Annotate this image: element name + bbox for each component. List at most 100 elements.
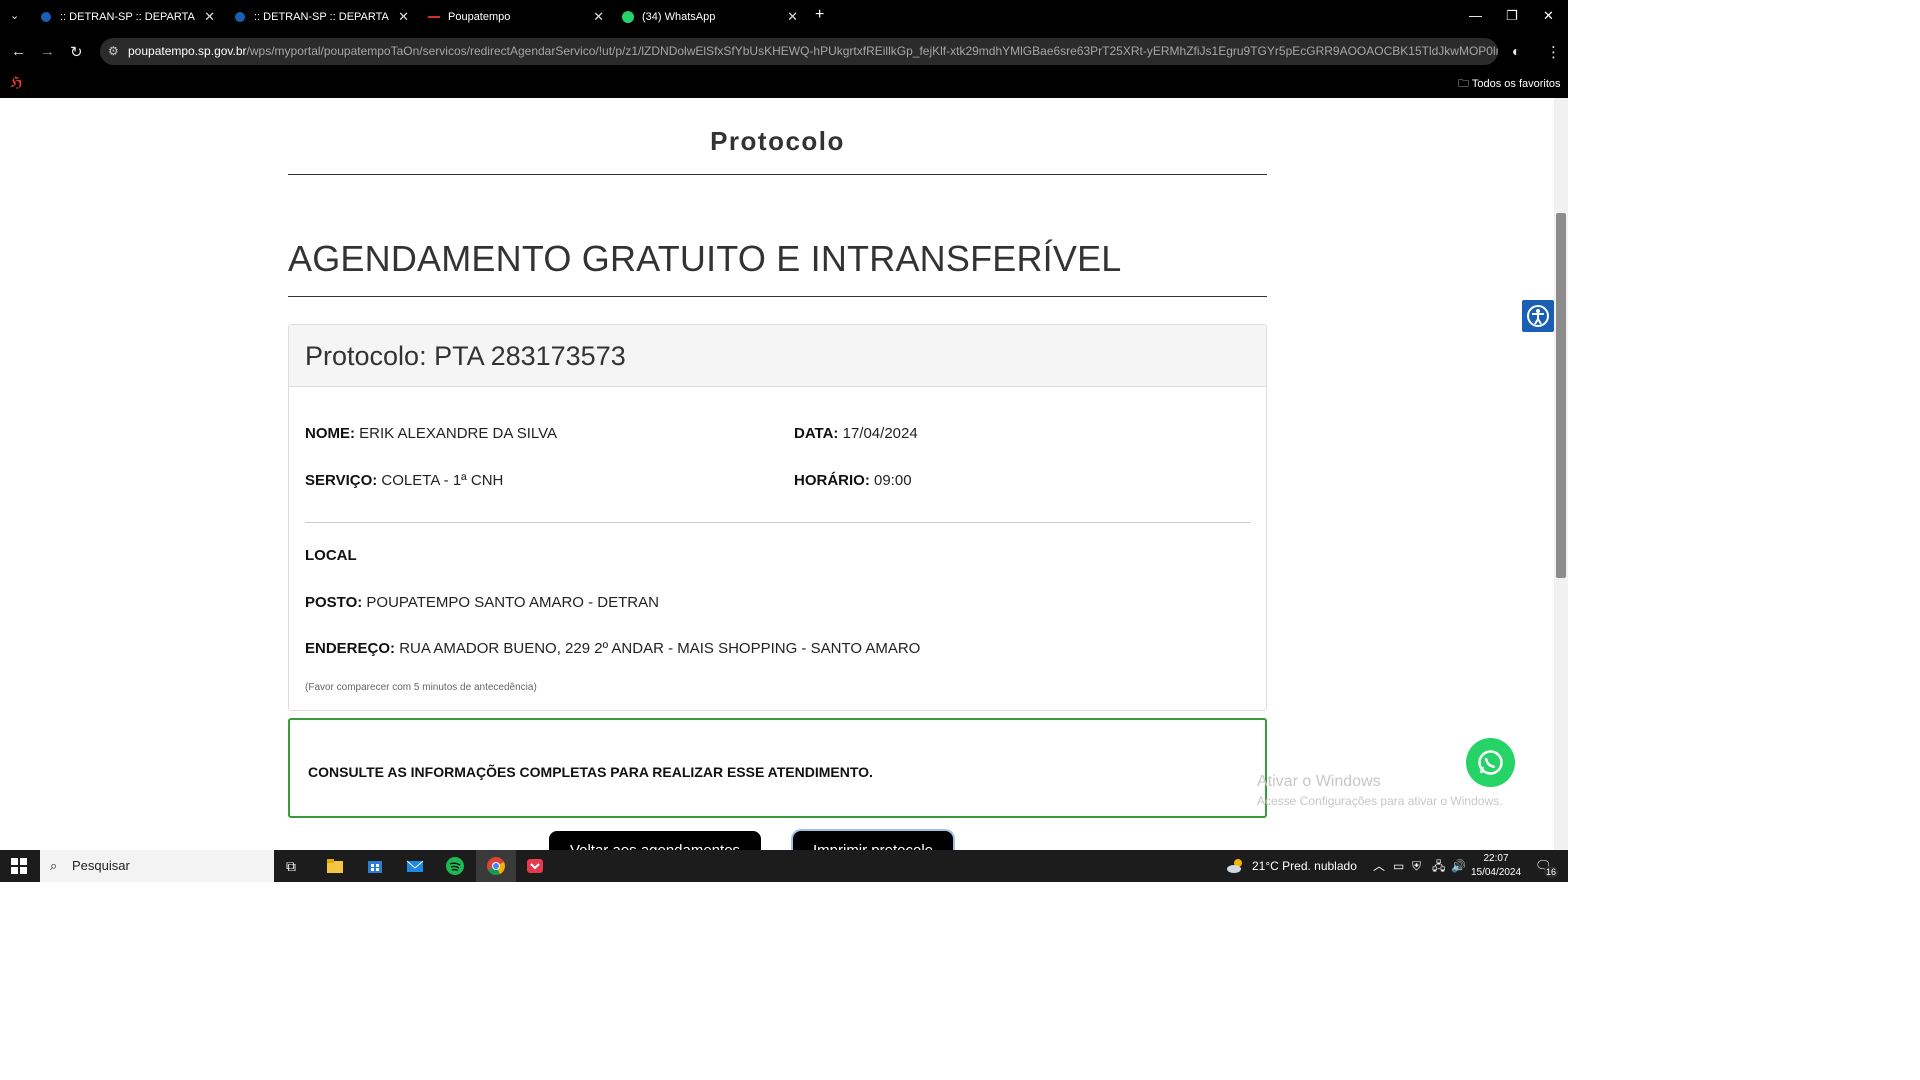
field-posto: POSTO: POUPATEMPO SANTO AMARO - DETRAN — [305, 594, 659, 611]
bookmarks-bar: ℌ 🗀 Todos os favoritos — [0, 68, 1568, 98]
bookmark-app-icon[interactable]: ℌ — [10, 74, 23, 91]
volume-icon[interactable]: 🔊 — [1451, 850, 1466, 882]
info-box-text: CONSULTE AS INFORMAÇÕES COMPLETAS PARA R… — [308, 764, 873, 780]
tab-poupatempo[interactable]: Poupatempo ✕ — [428, 4, 604, 30]
tab-detran-2[interactable]: :: DETRAN-SP :: DEPARTAMENTO ✕ — [234, 4, 409, 30]
notifications-count: 16 — [1544, 866, 1559, 878]
detran-favicon-icon — [235, 12, 245, 22]
back-to-appointments-button[interactable]: Voltar aos agendamentos — [549, 831, 761, 850]
whatsapp-favicon-icon — [622, 11, 634, 23]
accessibility-icon — [1527, 305, 1549, 327]
url-path: /wps/myportal/poupatempoTaOn/servicos/re… — [246, 44, 1498, 58]
mail-icon[interactable] — [406, 857, 424, 875]
local-heading: LOCAL — [305, 547, 357, 564]
clock-date: 15/04/2024 — [1470, 867, 1522, 878]
tab-close-icon[interactable]: ✕ — [204, 9, 215, 25]
tab-close-icon[interactable]: ✕ — [787, 9, 798, 25]
address-bar[interactable]: ⚙ poupatempo.sp.gov.br/wps/myportal/poupa… — [100, 38, 1498, 65]
windows-start-icon[interactable] — [11, 858, 27, 874]
endereco-value: RUA AMADOR BUENO, 229 2º ANDAR - MAIS SH… — [399, 640, 921, 657]
protocol-card-header: Protocolo: PTA 283173573 — [289, 325, 1266, 387]
field-servico: SERVIÇO: COLETA - 1ª CNH — [305, 472, 503, 489]
site-info-icon[interactable]: ⚙ — [100, 38, 128, 65]
spotify-icon[interactable] — [446, 857, 464, 875]
folder-icon: 🗀 — [1458, 78, 1472, 90]
appointment-subtitle: AGENDAMENTO GRATUITO E INTRANSFERÍVEL — [288, 238, 1122, 279]
taskbar-search[interactable]: ⌕ Pesquisar — [40, 850, 274, 882]
page-title: Protocolo — [710, 126, 845, 156]
menu-dots-icon[interactable]: ⋮ — [1546, 43, 1561, 61]
file-explorer-icon[interactable] — [326, 857, 344, 875]
endereco-label: ENDEREÇO: — [305, 640, 396, 657]
data-label: DATA: — [794, 425, 839, 442]
chrome-icon — [487, 857, 505, 875]
tray-chevron-up-icon[interactable]: ︿ — [1373, 850, 1385, 882]
back-arrow-icon[interactable]: ← — [11, 43, 26, 60]
windows-taskbar: ⌕ Pesquisar ⧉ 21°C Pred. nublado ︿ ▭ ⛨ 🖧… — [0, 850, 1568, 882]
new-tab-plus-icon[interactable]: + — [815, 6, 824, 24]
all-bookmarks-label: Todos os favoritos — [1471, 78, 1561, 90]
profile-avatar-icon[interactable]: ◐ — [1512, 43, 1520, 59]
field-data: DATA: 17/04/2024 — [794, 425, 918, 442]
scrollbar-thumb[interactable] — [1556, 213, 1566, 578]
forward-arrow-icon[interactable]: → — [40, 43, 55, 60]
whatsapp-float-button[interactable] — [1466, 738, 1515, 787]
divider — [305, 522, 1251, 523]
clock-time: 22:07 — [1483, 853, 1509, 864]
url-domain: poupatempo.sp.gov.br — [128, 44, 247, 58]
servico-value: COLETA - 1ª CNH — [381, 472, 504, 489]
tab-search-chevron-icon[interactable]: ⌄ — [10, 9, 19, 22]
arrival-note: (Favor comparecer com 5 minutos de antec… — [305, 682, 537, 693]
tray-device-icon[interactable]: ▭ — [1393, 850, 1404, 882]
nome-value: ERIK ALEXANDRE DA SILVA — [359, 425, 558, 442]
nome-label: NOME: — [305, 425, 355, 442]
tab-title: Poupatempo — [448, 11, 511, 23]
local-label: LOCAL — [305, 547, 357, 564]
windows-activation-title: Ativar o Windows — [1257, 773, 1381, 790]
tray-defender-icon[interactable]: ⛨ — [1412, 850, 1421, 882]
data-value: 17/04/2024 — [842, 425, 918, 442]
chrome-active-slot[interactable] — [476, 850, 516, 882]
tab-whatsapp[interactable]: (34) WhatsApp ✕ — [622, 4, 798, 30]
horario-value: 09:00 — [874, 472, 912, 489]
restore-icon[interactable]: ❐ — [1506, 8, 1518, 24]
task-view-icon[interactable]: ⧉ — [286, 850, 296, 882]
accessibility-button[interactable] — [1522, 300, 1554, 332]
page-scrollbar[interactable] — [1554, 98, 1568, 850]
field-nome: NOME: ERIK ALEXANDRE DA SILVA — [305, 425, 557, 442]
browser-tab-bar: ⌄ :: DETRAN-SP :: DEPARTAMENTO ✕ :: DETR… — [0, 0, 1568, 34]
tab-close-icon[interactable]: ✕ — [398, 9, 409, 25]
divider — [288, 296, 1267, 297]
info-box[interactable]: CONSULTE AS INFORMAÇÕES COMPLETAS PARA R… — [288, 718, 1267, 818]
field-horario: HORÁRIO: 09:00 — [794, 472, 912, 489]
detran-favicon-icon — [41, 12, 51, 22]
search-icon: ⌕ — [50, 858, 58, 873]
protocol-card: Protocolo: PTA 283173573 NOME: ERIK ALEX… — [288, 324, 1267, 711]
print-protocol-button[interactable]: Imprimir protocolo — [793, 831, 953, 850]
whatsapp-icon — [1478, 750, 1503, 775]
pocket-app-icon[interactable] — [526, 857, 544, 875]
servico-label: SERVIÇO: — [305, 472, 378, 489]
field-endereco: ENDEREÇO: RUA AMADOR BUENO, 229 2º ANDAR… — [305, 640, 920, 657]
search-placeholder: Pesquisar — [72, 858, 130, 873]
tab-title: :: DETRAN-SP :: DEPARTAMENTO — [254, 11, 389, 23]
all-bookmarks-folder[interactable]: 🗀 Todos os favoritos — [1458, 75, 1561, 94]
taskbar-clock[interactable]: 22:07 15/04/2024 — [1470, 852, 1522, 880]
minimize-icon[interactable]: — — [1469, 8, 1482, 23]
weather-cloud-icon[interactable] — [1226, 857, 1244, 875]
tab-close-icon[interactable]: ✕ — [593, 9, 604, 25]
protocol-number: Protocolo: PTA 283173573 — [305, 341, 626, 371]
network-icon[interactable]: 🖧 — [1432, 850, 1445, 882]
poupatempo-favicon-icon — [428, 16, 440, 18]
window-close-icon[interactable]: ✕ — [1543, 8, 1554, 24]
tab-detran-1[interactable]: :: DETRAN-SP :: DEPARTAMENTO ✕ — [40, 4, 215, 30]
windows-activation-subtitle: Acesse Configurações para ativar o Windo… — [1257, 794, 1503, 808]
reload-icon[interactable]: ↻ — [70, 43, 83, 61]
divider — [288, 174, 1267, 175]
posto-value: POUPATEMPO SANTO AMARO - DETRAN — [366, 594, 659, 611]
weather-text[interactable]: 21°C Pred. nublado — [1252, 850, 1357, 882]
horario-label: HORÁRIO: — [794, 472, 870, 489]
page-content: Protocolo AGENDAMENTO GRATUITO E INTRANS… — [0, 98, 1554, 850]
store-icon[interactable] — [366, 857, 384, 875]
tab-title: (34) WhatsApp — [642, 11, 716, 23]
